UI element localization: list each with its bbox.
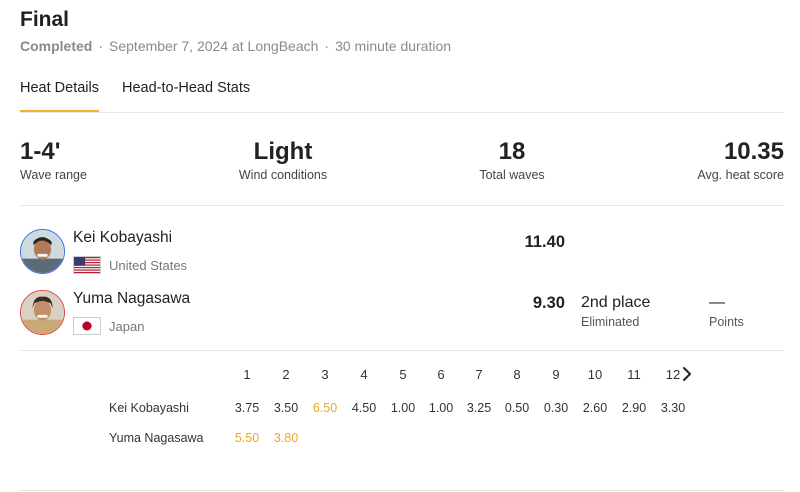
surfer-place: 2nd place xyxy=(581,294,651,311)
wave-row-surfer-name: Yuma Nagasawa xyxy=(109,431,204,445)
wave-score: 2.90 xyxy=(621,401,647,415)
surfer-name[interactable]: Yuma Nagasawa xyxy=(73,290,190,308)
wave-score: 3.50 xyxy=(273,401,299,415)
wave-number-header: 9 xyxy=(552,367,560,382)
wave-number-header: 5 xyxy=(399,367,407,382)
stat-wind-conditions: Light Wind conditions xyxy=(239,138,327,182)
surfer-photo xyxy=(21,291,64,334)
tab-head-to-head-stats[interactable]: Head-to-Head Stats xyxy=(122,78,250,112)
stat-label: Wind conditions xyxy=(238,168,328,182)
wave-score: 3.30 xyxy=(660,401,685,415)
avatar-kei-kobayashi[interactable] xyxy=(20,229,65,274)
wave-number-header: 3 xyxy=(321,367,329,382)
stat-wave-range: 1-4' Wave range xyxy=(20,138,87,182)
points-value: — xyxy=(709,294,725,311)
wave-score: 3.25 xyxy=(466,401,492,415)
separator: · xyxy=(98,38,104,54)
stat-total-waves: 18 Total waves xyxy=(479,138,544,182)
wave-number-header: 7 xyxy=(475,367,483,382)
japan-flag-icon xyxy=(73,317,101,335)
divider xyxy=(20,112,784,113)
chevron-right-icon[interactable] xyxy=(680,366,694,382)
wave-score: 0.50 xyxy=(504,401,530,415)
heat-date-location: September 7, 2024 at LongBeach xyxy=(109,38,319,54)
separator: · xyxy=(324,38,330,54)
wave-score: 5.50 xyxy=(234,431,260,445)
points-label: Points xyxy=(709,315,744,329)
surfer-name[interactable]: Kei Kobayashi xyxy=(73,229,172,247)
heat-duration: 30 minute duration xyxy=(335,38,452,54)
wave-score: 2.60 xyxy=(582,401,608,415)
stat-avg-heat-score: 10.35 Avg. heat score xyxy=(697,138,784,182)
wave-score: 3.80 xyxy=(273,431,299,445)
tab-heat-details[interactable]: Heat Details xyxy=(20,78,99,112)
stat-value: Light xyxy=(253,138,313,165)
surfer-country: Japan xyxy=(109,319,145,334)
heat-title: Final xyxy=(20,8,70,31)
wave-number-header: 1 xyxy=(243,367,251,382)
surfer-country: United States xyxy=(109,258,188,273)
wave-score: 6.50 xyxy=(312,401,338,415)
divider xyxy=(20,490,784,491)
wave-score: 1.00 xyxy=(390,401,416,415)
wave-number-header: 10 xyxy=(587,367,603,382)
tab-bar: Heat Details Head-to-Head Stats xyxy=(20,78,273,112)
wave-number-header: 6 xyxy=(437,367,445,382)
stat-label: Wave range xyxy=(20,168,87,182)
wave-row-surfer-name: Kei Kobayashi xyxy=(109,401,189,415)
avatar-yuma-nagasawa[interactable] xyxy=(20,290,65,335)
wave-score: 1.00 xyxy=(428,401,454,415)
surfer-photo xyxy=(21,230,64,273)
stat-label: Total waves xyxy=(479,168,545,182)
stat-value: 10.35 xyxy=(723,138,784,165)
heat-status: Completed xyxy=(20,38,93,54)
wave-number-header: 11 xyxy=(627,367,641,382)
stat-label: Avg. heat score xyxy=(697,168,784,182)
stat-value: 1-4' xyxy=(20,138,61,165)
divider xyxy=(20,350,784,351)
wave-number-header: 12 xyxy=(665,367,681,382)
wave-score-table: 1 2 3 4 5 6 7 8 9 10 11 12 Kei Kobayashi 3.75 3.50 6.50… xyxy=(0,360,685,450)
surfer-total-score: 11.40 xyxy=(524,233,565,251)
us-flag-icon xyxy=(73,256,101,274)
wave-score: 0.30 xyxy=(543,401,569,415)
surfer-status: Eliminated xyxy=(581,315,640,329)
heat-subtitle: Completed · September 7, 2024 at LongBeach… xyxy=(20,38,451,54)
wave-score: 4.50 xyxy=(351,401,377,415)
surfer-total-score: 9.30 xyxy=(532,294,565,312)
wave-number-header: 8 xyxy=(513,367,521,382)
wave-number-header: 4 xyxy=(360,367,368,382)
stat-value: 18 xyxy=(498,138,526,165)
wave-number-header: 2 xyxy=(282,367,290,382)
divider xyxy=(20,205,784,206)
wave-score: 3.75 xyxy=(234,401,260,415)
